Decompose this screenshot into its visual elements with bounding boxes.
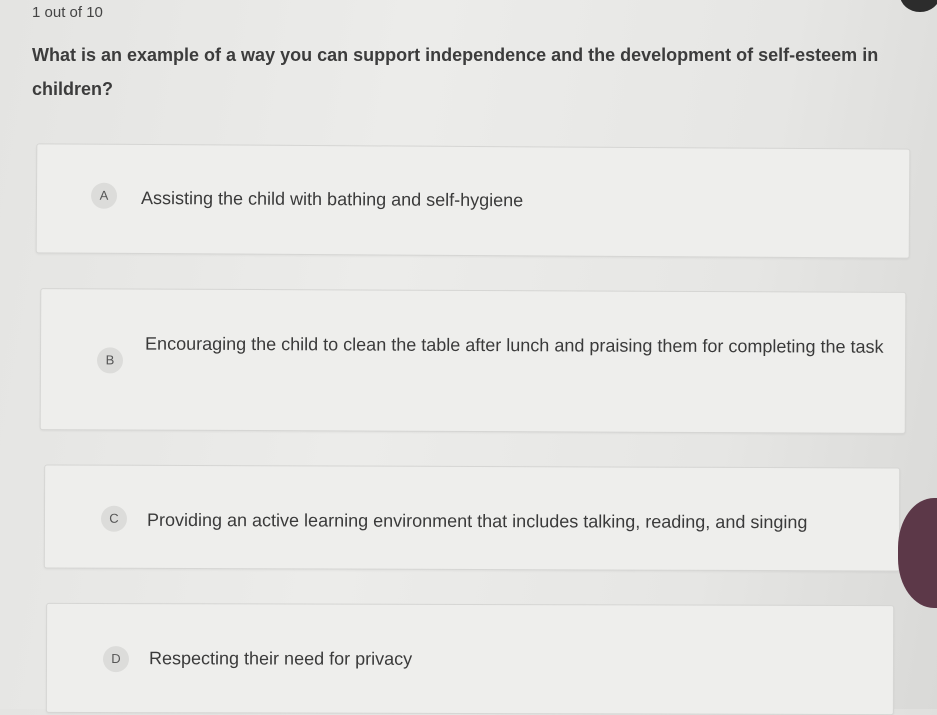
answer-option-a[interactable]: A Assisting the child with bathing and s…	[35, 143, 911, 259]
option-text: Providing an active learning environment…	[146, 509, 808, 533]
answer-option-c[interactable]: C Providing an active learning environme…	[43, 464, 901, 572]
question-text: What is an example of a way you can supp…	[32, 45, 879, 99]
answer-option-b[interactable]: B Encouraging the child to clean the tab…	[39, 288, 907, 434]
option-text: Assisting the child with bathing and sel…	[140, 187, 524, 211]
question-progress: 1 out of 10	[32, 4, 103, 21]
finger-obstruction	[898, 498, 937, 608]
option-letter-badge: C	[100, 505, 128, 532]
option-letter-badge: B	[96, 347, 124, 374]
option-text: Respecting their need for privacy	[148, 648, 413, 669]
corner-obstruction	[900, 0, 937, 12]
option-text: Encouraging the child to clean the table…	[145, 333, 884, 357]
answer-option-d[interactable]: D Respecting their need for privacy	[45, 602, 895, 715]
option-letter-badge: A	[90, 182, 118, 209]
option-letter-badge: D	[102, 646, 130, 673]
